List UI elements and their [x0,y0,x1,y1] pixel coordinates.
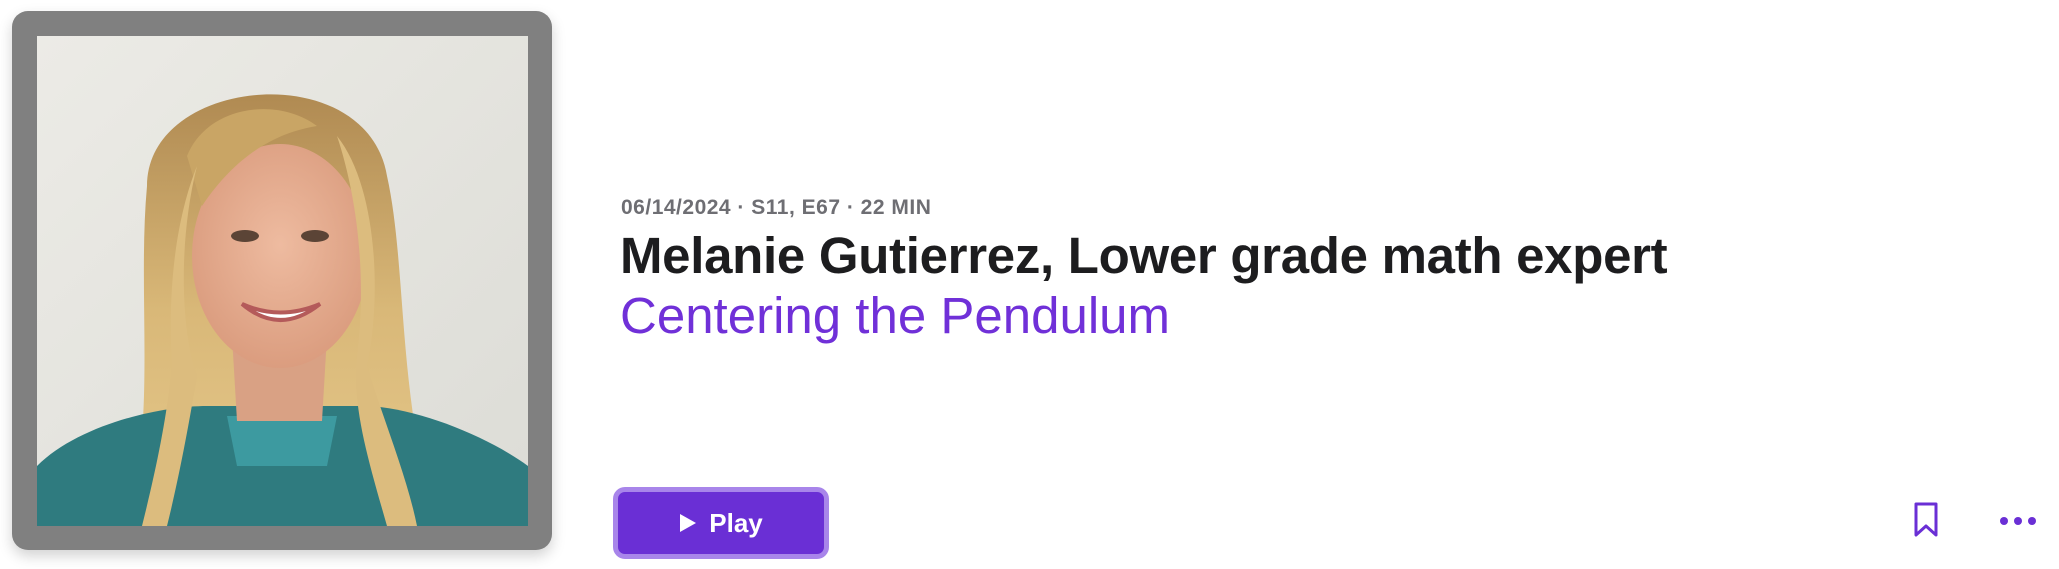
episode-header: 06/14/2024 · S11, E67 · 22 MIN Melanie G… [0,0,2059,569]
guest-photo [37,36,528,526]
show-link[interactable]: Centering the Pendulum [620,286,1170,345]
episode-artwork[interactable] [12,11,552,550]
play-icon [679,513,697,533]
bookmark-icon[interactable] [1913,502,1939,538]
play-button[interactable]: Play [613,487,829,559]
play-button-label: Play [709,507,763,538]
more-icon[interactable] [1998,511,2038,531]
episode-meta: 06/14/2024 · S11, E67 · 22 MIN [621,196,932,219]
episode-title: Melanie Gutierrez, Lower grade math expe… [620,227,1668,284]
